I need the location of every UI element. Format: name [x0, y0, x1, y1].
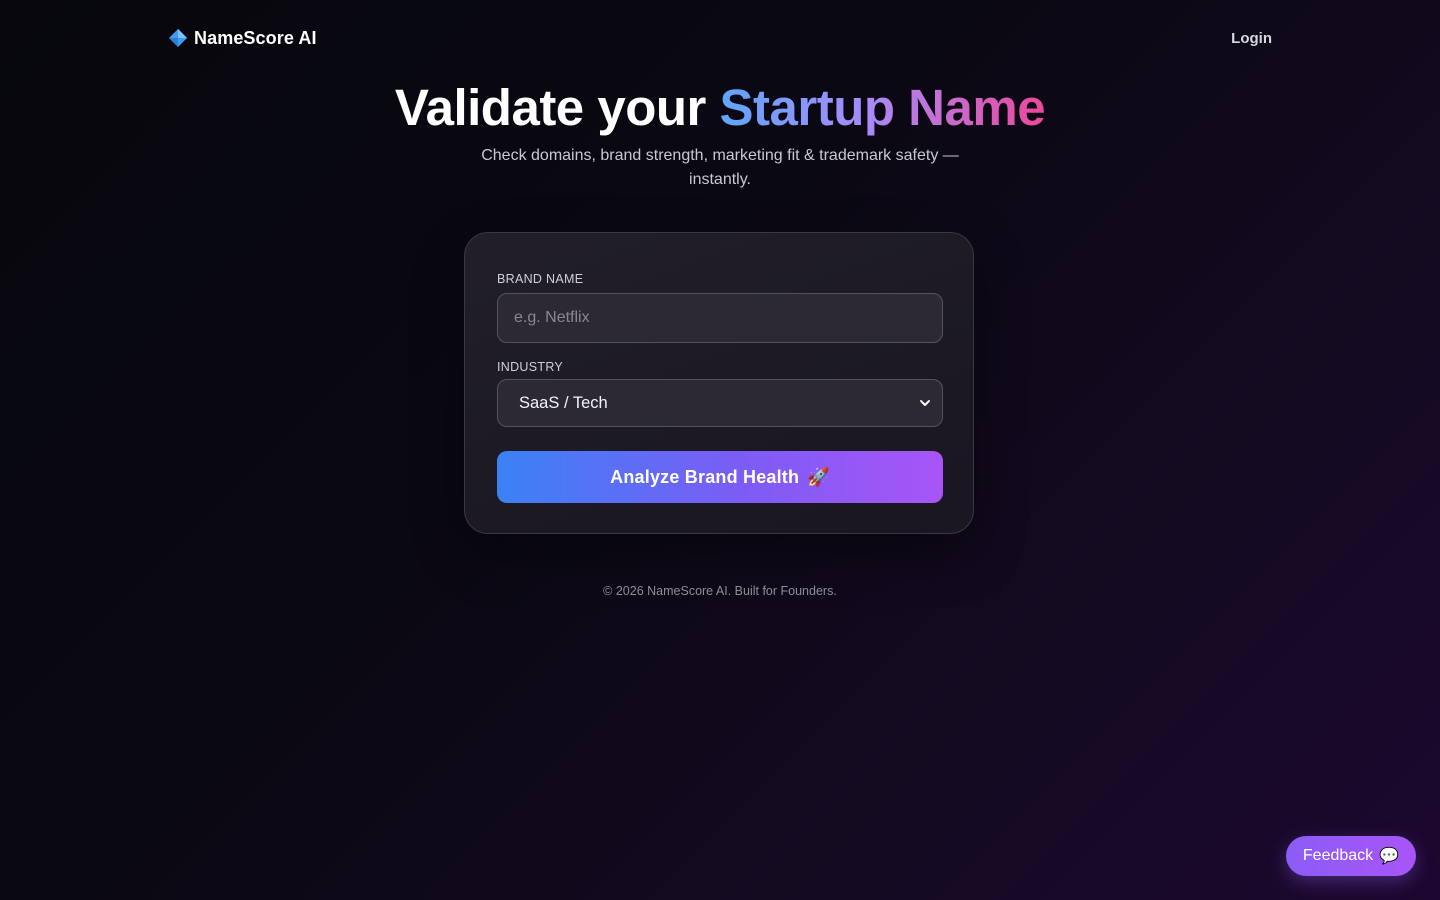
- brand-logo[interactable]: NameScore AI: [168, 28, 317, 49]
- footer-copyright: © 2026 NameScore AI. Built for Founders.: [603, 584, 837, 598]
- industry-selected-value: SaaS / Tech: [519, 393, 608, 412]
- blue-diamond-icon: [168, 28, 188, 48]
- speech-bubble-icon: 💬: [1379, 848, 1400, 865]
- top-nav: NameScore AI Login: [168, 24, 1272, 52]
- brand-name-label: BRAND NAME: [497, 272, 584, 286]
- analyze-button-label: Analyze Brand Health: [610, 466, 800, 487]
- analyze-brand-button[interactable]: Analyze Brand Health 🚀: [497, 451, 943, 503]
- page-title: Validate your Startup Name: [0, 76, 1440, 140]
- title-highlight: Startup Name: [719, 79, 1046, 136]
- industry-label: INDUSTRY: [497, 360, 564, 374]
- feedback-label: Feedback: [1302, 847, 1374, 864]
- brand-name-input[interactable]: [497, 293, 943, 343]
- brand-name: NameScore AI: [194, 27, 317, 48]
- brand-form-card: BRAND NAME INDUSTRY SaaS / Tech Analyze …: [464, 232, 974, 534]
- login-link[interactable]: Login: [1231, 30, 1272, 47]
- chevron-down-icon: [918, 396, 932, 410]
- rocket-icon: 🚀: [807, 466, 830, 487]
- title-plain: Validate your: [394, 79, 720, 136]
- industry-select[interactable]: SaaS / Tech: [497, 379, 943, 427]
- page-subtitle: Check domains, brand strength, marketing…: [481, 147, 959, 188]
- feedback-button[interactable]: Feedback 💬: [1286, 836, 1416, 876]
